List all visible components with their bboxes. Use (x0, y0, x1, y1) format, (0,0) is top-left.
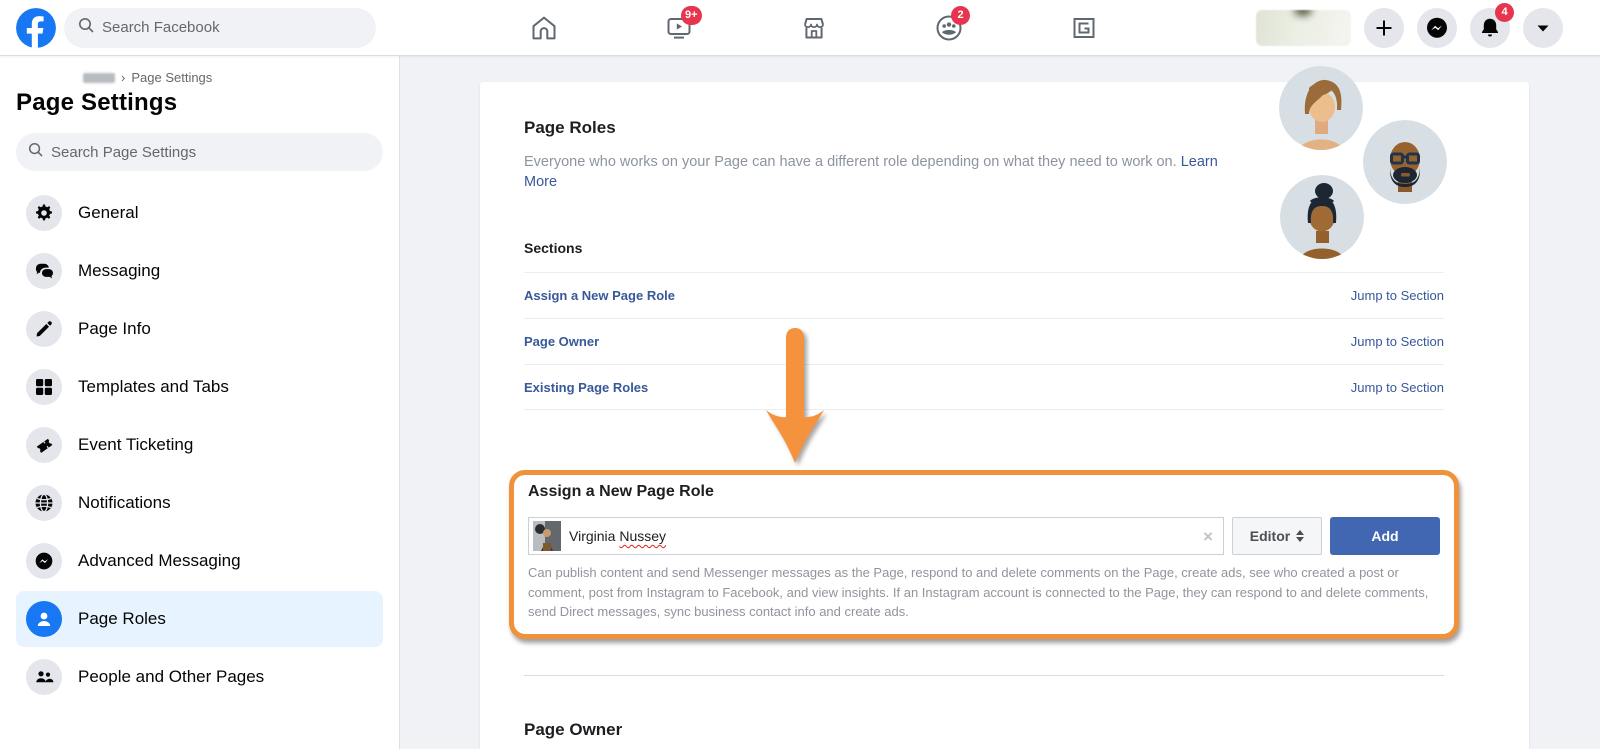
messenger-icon (1427, 17, 1447, 38)
sidebar-item-label: Messaging (78, 261, 161, 280)
person-name: Virginia Nussey (569, 528, 667, 544)
groups-badge: 2 (951, 5, 970, 25)
nav-left-group (0, 7, 400, 48)
search-input[interactable] (102, 19, 362, 36)
section-heading-page-owner: Page Owner (524, 719, 623, 739)
sidebar-item-notifications[interactable]: Notifications (16, 475, 383, 531)
sidebar-item-label: Notifications (78, 493, 171, 512)
people-icon (26, 659, 62, 695)
globe-icon (26, 485, 62, 521)
tab-groups[interactable]: 2 (934, 5, 970, 43)
breadcrumb-current: Page Settings (131, 70, 213, 85)
sidebar-item-advanced-messaging[interactable]: Advanced Messaging (16, 533, 383, 589)
section-row-assign: Assign a New Page Role Jump to Section (524, 272, 1444, 318)
jump-to-section-link[interactable]: Jump to Section (1351, 288, 1444, 303)
page-owner-link[interactable]: Page Owner (524, 334, 599, 349)
role-permissions-description: Can publish content and send Messenger m… (528, 565, 1429, 619)
settings-search-bar[interactable] (16, 133, 383, 171)
sidebar-item-event-ticketing[interactable]: Event Ticketing (16, 417, 383, 473)
notifications-badge: 4 (1495, 2, 1514, 22)
role-select-dropdown[interactable]: Editor (1232, 517, 1322, 555)
search-icon (78, 17, 94, 38)
clear-icon[interactable]: × (1203, 528, 1213, 545)
ticket-icon (26, 427, 62, 463)
sidebar-item-label: Advanced Messaging (78, 551, 241, 570)
assign-input-row: Virginia Nussey × Editor Add (528, 517, 1440, 555)
settings-menu: General Messaging Page Info Templates an… (16, 185, 383, 705)
sidebar-item-page-info[interactable]: Page Info (16, 301, 383, 357)
sort-arrows-icon (1296, 530, 1305, 542)
home-icon (532, 16, 556, 39)
facebook-search-bar[interactable] (64, 7, 376, 48)
watch-badge: 9+ (681, 5, 702, 25)
sidebar-item-general[interactable]: General (16, 185, 383, 241)
avatar-illustration-woman-bob (1279, 66, 1363, 150)
facebook-logo[interactable] (16, 7, 56, 48)
breadcrumb: › Page Settings (16, 70, 383, 85)
tab-watch[interactable]: 9+ (664, 5, 702, 43)
settings-sidebar: › Page Settings Page Settings General (0, 56, 400, 749)
page-roles-description: Everyone who works on your Page can have… (524, 152, 1224, 192)
assign-new-page-role-section-highlighted: Assign a New Page Role Virginia Nussey ×… (509, 470, 1459, 639)
sidebar-item-label: Event Ticketing (78, 435, 194, 454)
person-search-input[interactable]: Virginia Nussey × (528, 517, 1224, 555)
avatar-illustration-man-glasses (1363, 120, 1447, 204)
create-button[interactable] (1364, 7, 1404, 48)
section-row-page-owner: Page Owner Jump to Section (524, 318, 1444, 364)
sidebar-item-templates-tabs[interactable]: Templates and Tabs (16, 359, 383, 415)
existing-page-roles-link[interactable]: Existing Page Roles (524, 380, 648, 395)
top-navigation-bar: 9+ 2 (0, 0, 1600, 56)
page-title: Page Settings (16, 89, 178, 116)
settings-search-input[interactable] (51, 143, 371, 161)
add-button[interactable]: Add (1330, 517, 1440, 555)
sidebar-item-label: People and Other Pages (78, 667, 265, 686)
description-text: Everyone who works on your Page can have… (524, 154, 1177, 170)
profile-name-blurred[interactable] (1256, 9, 1351, 46)
avatar-illustration-woman-bun (1280, 175, 1364, 259)
section-row-existing-roles: Existing Page Roles Jump to Section (524, 364, 1444, 410)
sidebar-item-label: Templates and Tabs (78, 377, 229, 396)
sidebar-item-messaging[interactable]: Messaging (16, 243, 383, 299)
sidebar-item-label: Page Roles (78, 609, 166, 628)
person-avatar-thumbnail (533, 521, 561, 551)
nav-center-tabs: 9+ 2 (386, 5, 1242, 43)
sidebar-item-label: Page Info (78, 319, 151, 338)
sidebar-item-label: General (78, 203, 139, 222)
sidebar-item-people-other-pages[interactable]: People and Other Pages (16, 649, 383, 705)
jump-to-section-link[interactable]: Jump to Section (1351, 380, 1444, 395)
sidebar-item-page-roles[interactable]: Page Roles (16, 591, 383, 647)
role-selected-value: Editor (1249, 528, 1291, 544)
plus-icon (1376, 20, 1392, 35)
breadcrumb-separator: › (121, 70, 126, 85)
tab-gaming[interactable] (1069, 13, 1099, 43)
jump-to-section-link[interactable]: Jump to Section (1351, 334, 1444, 349)
gaming-icon (1073, 17, 1095, 38)
tab-home[interactable] (529, 13, 559, 43)
sections-list: Assign a New Page Role Jump to Section P… (524, 272, 1444, 410)
chevron-down-icon (1537, 25, 1549, 31)
notifications-button[interactable]: 4 (1470, 2, 1514, 48)
search-icon (28, 142, 43, 162)
messenger-icon (26, 543, 62, 579)
messenger-button[interactable] (1417, 7, 1457, 48)
assign-section-heading: Assign a New Page Role (528, 483, 714, 500)
gear-icon (26, 195, 62, 231)
tab-marketplace[interactable] (799, 13, 829, 43)
pencil-icon (26, 311, 62, 347)
chat-bubbles-icon (26, 253, 62, 289)
nav-right-group: 4 (1256, 2, 1600, 48)
user-icon (26, 601, 62, 637)
assign-new-page-role-link[interactable]: Assign a New Page Role (524, 288, 675, 303)
marketplace-icon (804, 17, 824, 38)
grid-icon (26, 369, 62, 405)
breadcrumb-page-name-blurred[interactable] (83, 72, 115, 83)
account-menu-button[interactable] (1523, 7, 1563, 48)
divider (524, 674, 1444, 676)
